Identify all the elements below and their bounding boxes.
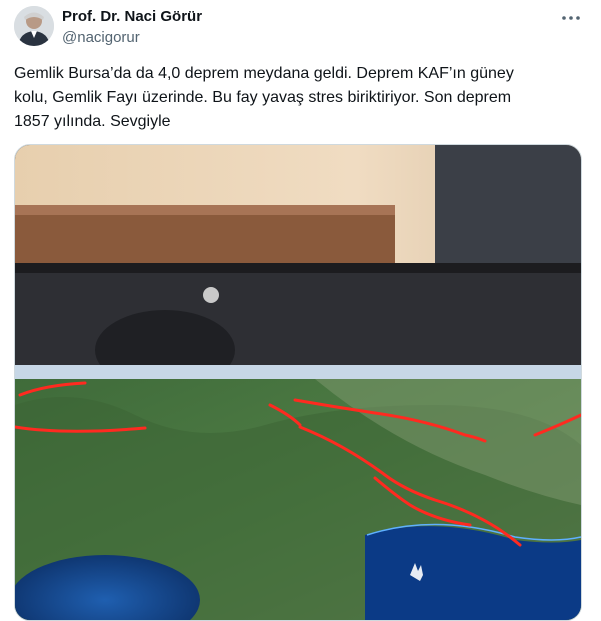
- tweet: Prof. Dr. Naci Görür @nacigorur Gemlik B…: [0, 0, 601, 621]
- avatar-image: [14, 6, 54, 46]
- avatar[interactable]: [14, 6, 54, 46]
- author-name[interactable]: Prof. Dr. Naci Görür: [62, 8, 202, 25]
- ellipsis-icon[interactable]: [560, 8, 582, 28]
- tweet-text: Gemlik Bursa’da da 4,0 deprem meydana ge…: [14, 65, 514, 130]
- map-photo: [15, 145, 581, 620]
- author-handle[interactable]: @nacigorur: [62, 29, 140, 46]
- tweet-media[interactable]: [14, 144, 582, 621]
